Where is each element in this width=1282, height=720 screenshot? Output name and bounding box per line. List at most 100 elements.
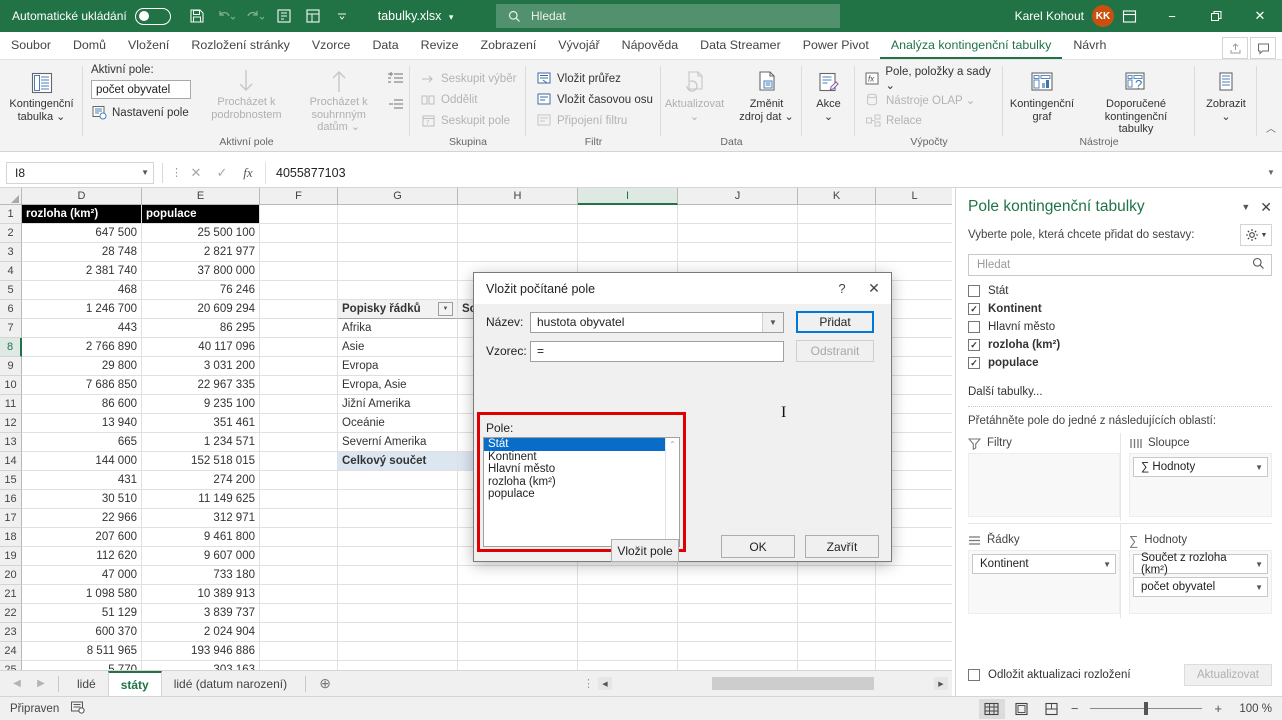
cell[interactable]: populace: [142, 205, 260, 224]
cell[interactable]: [798, 585, 876, 604]
cell[interactable]: [260, 585, 338, 604]
row-header-22[interactable]: 22: [0, 604, 22, 623]
cell[interactable]: 10 389 913: [142, 585, 260, 604]
cell[interactable]: [338, 281, 458, 300]
area-values[interactable]: ∑ Hodnoty Součet z rozloha (km²) ▼ počet…: [1120, 523, 1272, 618]
dialog-name-chevron-down-icon[interactable]: ▼: [762, 312, 783, 332]
panel-field-item[interactable]: Stát: [968, 282, 1272, 300]
filter-connections-button[interactable]: Připojení filtru: [532, 110, 631, 131]
cell[interactable]: 443: [22, 319, 142, 338]
area-filters-box[interactable]: [968, 453, 1120, 517]
refresh-button[interactable]: Aktualizovat ⌄: [662, 66, 728, 123]
tab-soubor[interactable]: Soubor: [0, 32, 62, 59]
dialog-help-icon[interactable]: ?: [827, 273, 857, 304]
cell[interactable]: [458, 243, 578, 262]
row-header-2[interactable]: 2: [0, 224, 22, 243]
qat-chevron-down-icon[interactable]: [328, 3, 356, 29]
cell[interactable]: [260, 300, 338, 319]
collapse-ribbon-icon[interactable]: ︿: [1266, 120, 1276, 135]
cell[interactable]: [338, 585, 458, 604]
chip-kontinent[interactable]: Kontinent ▼: [972, 554, 1116, 574]
cell[interactable]: 29 800: [22, 357, 142, 376]
cell[interactable]: 3 839 737: [142, 604, 260, 623]
cell[interactable]: [876, 243, 952, 262]
zoom-level-label[interactable]: 100 %: [1228, 703, 1272, 715]
cell[interactable]: [260, 376, 338, 395]
cell[interactable]: 47 000: [22, 566, 142, 585]
cell[interactable]: 76 246: [142, 281, 260, 300]
chip-chevron-down-icon[interactable]: ▼: [1255, 463, 1263, 472]
sheet-tab-lide[interactable]: lidé: [65, 670, 108, 697]
row-header-20[interactable]: 20: [0, 566, 22, 585]
cell[interactable]: [798, 243, 876, 262]
cell[interactable]: 2 381 740: [22, 262, 142, 281]
cell[interactable]: [876, 623, 952, 642]
comments-icon[interactable]: [1250, 37, 1276, 59]
panel-more-tables-link[interactable]: Další tabulky...: [968, 386, 1272, 398]
column-header-L[interactable]: L: [876, 188, 952, 205]
column-header-D[interactable]: D: [22, 188, 142, 205]
cell[interactable]: [458, 661, 578, 670]
pivot-header-rowlabels[interactable]: Popisky řádků ▼: [338, 300, 458, 319]
fields-items-sets-button[interactable]: fx Pole, položky a sady ⌄: [861, 66, 1003, 92]
drill-up-button[interactable]: Procházet k souhrnným datům ⌄: [289, 64, 388, 134]
cell[interactable]: [338, 642, 458, 661]
scroll-right-arrow-icon[interactable]: ▶: [934, 677, 948, 690]
cell[interactable]: 13 940: [22, 414, 142, 433]
row-header-9[interactable]: 9: [0, 357, 22, 376]
horizontal-scroll-thumb[interactable]: [712, 677, 874, 690]
cell[interactable]: 303 163: [142, 661, 260, 670]
column-header-J[interactable]: J: [678, 188, 798, 205]
area-rows[interactable]: Řádky Kontinent ▼: [968, 523, 1120, 618]
area-columns[interactable]: Sloupce ∑ Hodnoty ▼: [1120, 433, 1272, 521]
cell[interactable]: 274 200: [142, 471, 260, 490]
cell[interactable]: 207 600: [22, 528, 142, 547]
show-button[interactable]: Zobrazit ⌄: [1198, 66, 1254, 123]
olap-tools-button[interactable]: Nástroje OLAP ⌄: [861, 89, 979, 110]
cell[interactable]: 11 149 625: [142, 490, 260, 509]
cell[interactable]: 1 234 571: [142, 433, 260, 452]
table-icon[interactable]: [299, 3, 327, 29]
pivot-grand-total-row[interactable]: Celkový součet: [338, 452, 458, 471]
dialog-insert-field-button[interactable]: Vložit pole: [611, 539, 679, 562]
recommended-pivottables-button[interactable]: ? Doporučené kontingenční tabulky: [1080, 66, 1192, 136]
cell[interactable]: [578, 642, 678, 661]
zoom-in-button[interactable]: +: [1212, 701, 1224, 716]
pivot-row-label[interactable]: Severní Amerika: [338, 433, 458, 452]
column-header-K[interactable]: K: [798, 188, 876, 205]
autosave-toggle[interactable]: [134, 7, 171, 25]
name-box[interactable]: I8 ▼: [6, 161, 154, 184]
row-header-17[interactable]: 17: [0, 509, 22, 528]
column-header-I[interactable]: I: [578, 188, 678, 205]
page-break-view-icon[interactable]: [1039, 699, 1065, 719]
cell[interactable]: 733 180: [142, 566, 260, 585]
restore-button[interactable]: [1194, 0, 1238, 32]
pivot-filter-icon[interactable]: ▼: [438, 302, 453, 316]
search-box[interactable]: Hledat: [496, 4, 840, 28]
field-checkbox[interactable]: ✓: [968, 303, 980, 315]
cell[interactable]: [876, 205, 952, 224]
tab-analyza-kontingencni-tabulky[interactable]: Analýza kontingenční tabulky: [879, 32, 1063, 59]
cell[interactable]: 2 024 904: [142, 623, 260, 642]
cell[interactable]: 51 129: [22, 604, 142, 623]
cell[interactable]: [338, 243, 458, 262]
normal-view-icon[interactable]: [978, 698, 1005, 719]
cell[interactable]: [260, 205, 338, 224]
zoom-slider-thumb[interactable]: [1144, 702, 1149, 715]
dialog-field-option[interactable]: Kontinent: [484, 451, 665, 464]
dialog-field-option[interactable]: rozloha (km²): [484, 476, 665, 489]
minimize-button[interactable]: −: [1150, 0, 1194, 32]
chip-soucet-rozloha[interactable]: Součet z rozloha (km²) ▼: [1133, 552, 1268, 576]
tab-revize[interactable]: Revize: [410, 32, 470, 59]
row-header-1[interactable]: 1: [0, 205, 22, 224]
cell[interactable]: 2 766 890: [22, 338, 142, 357]
area-values-box[interactable]: Součet z rozloha (km²) ▼ počet obyvatel …: [1129, 550, 1272, 614]
cell[interactable]: 647 500: [22, 224, 142, 243]
cell[interactable]: 3 031 200: [142, 357, 260, 376]
row-header-25[interactable]: 25: [0, 661, 22, 670]
cell[interactable]: [260, 357, 338, 376]
cell[interactable]: [338, 205, 458, 224]
row-header-19[interactable]: 19: [0, 547, 22, 566]
pivot-row-label[interactable]: Jižní Amerika: [338, 395, 458, 414]
cell[interactable]: [458, 585, 578, 604]
